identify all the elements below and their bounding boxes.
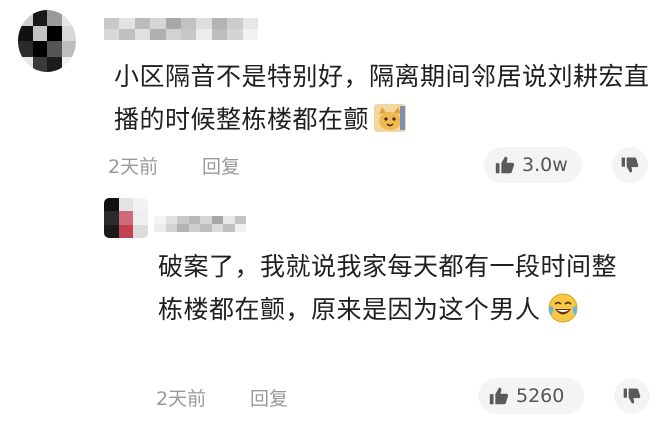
reply-username[interactable] (154, 216, 246, 232)
laughing-crying-emoji-icon (548, 293, 578, 323)
reply-button[interactable]: 回复 (202, 152, 240, 179)
thumbs-up-icon (489, 387, 509, 405)
like-button[interactable]: 3.0w (484, 147, 582, 183)
thumbs-up-icon (495, 156, 515, 174)
avatar[interactable] (18, 10, 76, 72)
like-count: 3.0w (522, 154, 568, 176)
like-button[interactable]: 5260 (478, 378, 584, 414)
thumbs-down-icon (621, 157, 639, 173)
dislike-button[interactable] (612, 147, 648, 183)
reply-time: 2天前 (156, 388, 207, 410)
reply-text: 破案了，我就说我家每天都有一段时间整栋楼都在颤，原来是因为这个男人 (158, 252, 618, 324)
comment-text: 小区隔音不是特别好，隔离期间邻居说刘耕宏直播的时候整栋楼都在颤 (114, 62, 650, 134)
comment-time: 2天前 (108, 156, 159, 178)
thumbs-down-icon (623, 388, 641, 404)
like-count: 5260 (516, 385, 565, 407)
reply-avatar[interactable] (104, 198, 148, 238)
username[interactable] (104, 18, 258, 40)
reply-button[interactable]: 回复 (250, 384, 288, 411)
dislike-button[interactable] (614, 378, 650, 414)
cat-emoji-icon (374, 104, 407, 132)
